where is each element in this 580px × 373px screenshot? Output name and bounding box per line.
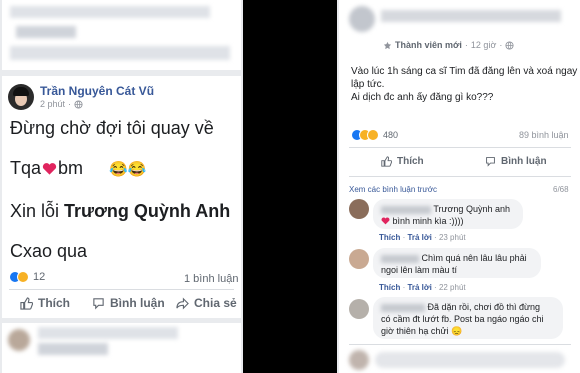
comment-avatar-3[interactable]: [349, 299, 369, 319]
comment-2-time: 22 phút: [438, 283, 466, 292]
comment-icon: [486, 157, 495, 167]
post-text-1: Vào lúc 1h sáng ca sĩ Tim đã đăng lên và…: [351, 66, 578, 77]
post-line-4: Cxao qua: [10, 241, 88, 261]
comment-3-text-3: giờ thiên hạ chửi: [381, 326, 449, 336]
post-line-3: Xin lỗi Trương Quỳnh Anh: [10, 201, 230, 222]
post-line-2-part-1: Tqa: [10, 158, 42, 178]
globe-icon: [74, 99, 83, 109]
blurred-avatar: [349, 6, 375, 32]
post-time-text: 2 phút: [40, 99, 66, 109]
like-button[interactable]: Thích: [20, 296, 70, 310]
author-avatar[interactable]: [8, 84, 34, 110]
haha-reaction-icon: [17, 271, 29, 283]
comment-bubble-2: Chìm quá nên lâu lâu phải ngoi lên làm m…: [373, 248, 541, 278]
like-label: Thích: [38, 296, 70, 310]
action-divider: [9, 289, 234, 290]
comment-1-text-2: bình minh kìa :)))): [392, 216, 464, 226]
right-post-panel: Thành viên mới · 12 giờ · Vào lúc 1h sán…: [337, 0, 580, 373]
comment-2-like[interactable]: Thích: [379, 283, 400, 292]
blurred-input-field: [375, 352, 565, 368]
post-line-1: Đừng chờ đợi tôi quay về: [10, 118, 214, 138]
post-text-3: Ai dịch đc anh ấy đăng gì ko???: [351, 92, 494, 103]
thumbs-up-icon: [381, 156, 392, 167]
right-post-time[interactable]: 12 giờ: [471, 40, 496, 50]
comment-2-text-2: ngoi lên làm màu tí: [381, 265, 458, 275]
comment-2-text: Chìm quá nên lâu lâu phải: [421, 253, 527, 263]
blurred-input-avatar: [349, 350, 369, 370]
globe-icon: [505, 40, 514, 50]
heart-icon: [42, 162, 57, 175]
author-name[interactable]: Trần Nguyên Cát Vũ: [40, 84, 154, 98]
heart-icon: [381, 217, 390, 225]
comment-1-time: 23 phút: [438, 233, 466, 242]
comment-1-text: Trương Quỳnh anh: [433, 204, 510, 214]
post-line-3-part-1: Xin lỗi: [10, 201, 60, 221]
comment-divider: [349, 176, 571, 177]
wow-reaction-icon: [367, 129, 379, 141]
member-badge-icon: [383, 41, 392, 49]
right-like-button[interactable]: Thích: [381, 156, 424, 167]
share-label: Chia sẻ: [194, 296, 237, 310]
post-text-2: lập tức.: [351, 79, 385, 90]
input-divider: [349, 344, 571, 345]
thumbs-up-icon: [20, 296, 33, 310]
right-like-label: Thích: [397, 156, 424, 167]
right-comment-count[interactable]: 89 bình luận: [519, 130, 569, 140]
comment-1-like[interactable]: Thích: [379, 233, 400, 242]
comment-icon: [93, 297, 104, 309]
blurred-top-card: [2, 0, 241, 70]
comment-1-meta: Thích · Trả lời · 23 phút: [379, 233, 466, 242]
left-post-card: Trần Nguyên Cát Vũ 2 phút · Đừng chờ đợi…: [2, 76, 241, 318]
comment-pager: 6/68: [553, 185, 569, 194]
comment-1-reply[interactable]: Trả lời: [407, 233, 431, 242]
comment-count[interactable]: 1 bình luận: [184, 273, 238, 285]
comment-2-reply[interactable]: Trả lời: [407, 283, 431, 292]
tagged-name[interactable]: Trương Quỳnh Anh: [64, 201, 230, 221]
post-time[interactable]: 2 phút ·: [40, 99, 83, 109]
comment-2-meta: Thích · Trả lời · 22 phút: [379, 283, 466, 292]
right-comment-label: Bình luận: [501, 156, 547, 167]
post-line-2: Tqa bm 😂😂: [10, 158, 146, 179]
blurred-author: [381, 10, 561, 22]
sad-emoji: 😞: [450, 326, 463, 336]
comment-avatar-2[interactable]: [349, 249, 369, 269]
comment-3-text-2: có cầm đt lướt fb. Post ba ngáo ngáo chi: [381, 314, 544, 324]
right-reaction-summary[interactable]: 480: [351, 129, 398, 141]
right-reaction-count: 480: [383, 130, 399, 140]
post-meta: Thành viên mới · 12 giờ ·: [383, 40, 514, 50]
comment-avatar-1[interactable]: [349, 199, 369, 219]
share-button[interactable]: Chia sẻ: [176, 296, 237, 310]
laugh-emoji: 😂😂: [109, 160, 147, 178]
comment-bubble-3: Đã dặn rồi, chơi đồ thì đừng có cầm đt l…: [373, 297, 563, 339]
comment-button[interactable]: Bình luận: [92, 296, 165, 310]
right-action-divider: [349, 147, 571, 148]
reaction-summary[interactable]: 12: [9, 271, 45, 283]
comment-label: Bình luận: [110, 296, 165, 310]
see-previous-comments[interactable]: Xem các bình luận trước: [349, 185, 437, 194]
left-post-panel: Trần Nguyên Cát Vũ 2 phút · Đừng chờ đợi…: [0, 0, 243, 373]
post-line-2-part-2: bm: [58, 158, 84, 178]
share-icon: [176, 297, 189, 309]
reaction-count: 12: [33, 271, 46, 283]
right-comment-button[interactable]: Bình luận: [485, 156, 547, 167]
comment-3-text: Đã dặn rồi, chơi đồ thì đừng: [427, 302, 541, 312]
right-post-card: Thành viên mới · 12 giờ · Vào lúc 1h sán…: [339, 0, 580, 373]
member-label: Thành viên mới: [395, 40, 462, 50]
blurred-bottom-card: [2, 323, 241, 373]
comment-bubble-1: Trương Quỳnh anh bình minh kìa :)))): [373, 199, 523, 229]
